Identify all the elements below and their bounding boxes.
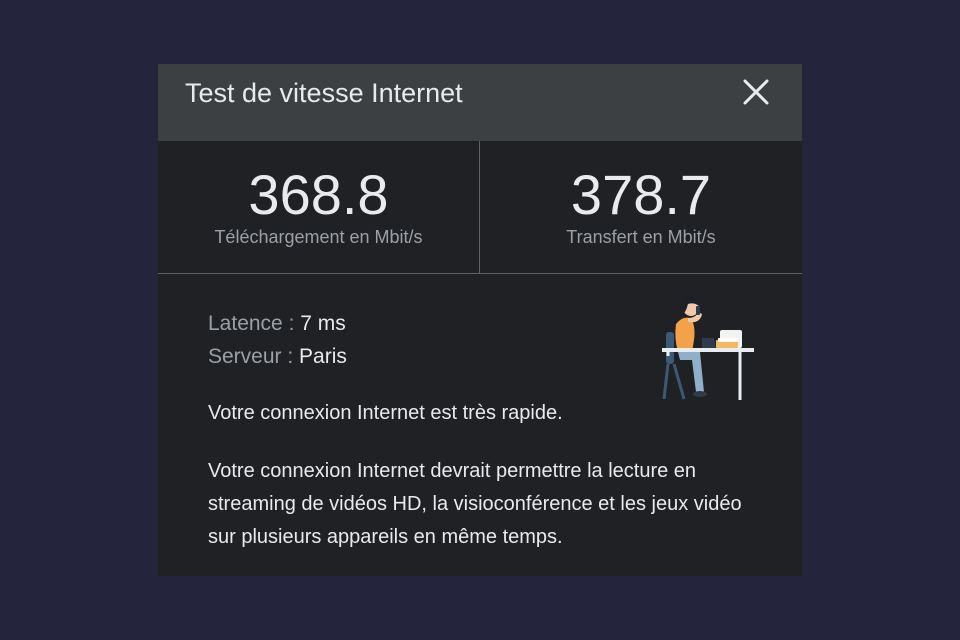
server-row: Serveur : Paris [208,340,347,373]
close-button[interactable] [736,72,776,112]
download-result: 368.8 Téléchargement en Mbit/s [158,141,480,273]
server-label: Serveur : [208,345,300,368]
speed-description: Votre connexion Internet devrait permett… [208,460,742,548]
speed-results: 368.8 Téléchargement en Mbit/s 378.7 Tra… [158,141,802,274]
download-speed-value: 368.8 [248,163,389,226]
upload-speed-label: Transfert en Mbit/s [566,227,716,247]
download-speed-label: Téléchargement en Mbit/s [214,227,423,247]
latency-row: Latence : 7 ms [208,307,347,340]
dialog-title: Test de vitesse Internet [185,78,463,108]
upload-result: 378.7 Transfert en Mbit/s [480,141,802,273]
speed-test-dialog: Test de vitesse Internet 368.8 Télécharg… [158,64,802,576]
latency-label: Latence : [208,312,301,335]
dialog-header: Test de vitesse Internet [158,64,802,141]
person-at-desk-with-laptop-illustration [662,296,754,400]
server-value: Paris [299,345,347,368]
latency-value: 7 ms [300,312,346,335]
speed-summary: Votre connexion Internet est très rapide… [208,402,563,424]
upload-speed-value: 378.7 [570,163,712,226]
connection-details: Latence : 7 ms Serveur : Paris [208,307,347,373]
close-icon [743,79,769,105]
